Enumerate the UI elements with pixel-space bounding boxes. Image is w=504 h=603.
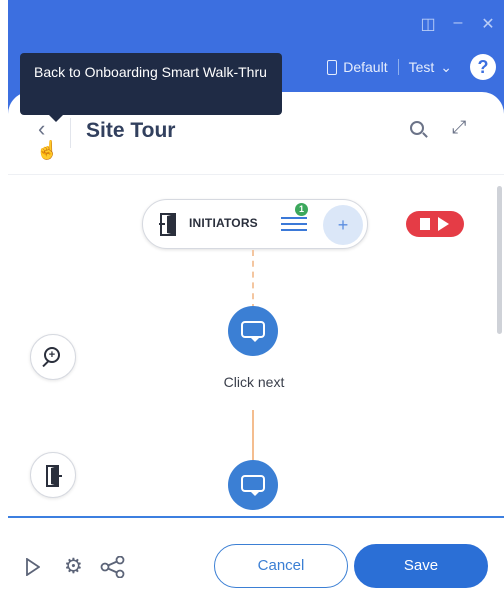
header-divider [70,118,71,148]
phone-icon [327,59,338,75]
expand-icon[interactable]: ⤢ [452,118,470,136]
initiators-node[interactable]: INITIATORS 1 + [142,199,368,249]
flow-connector [252,410,254,464]
launcher-button[interactable] [406,211,464,237]
save-button[interactable]: Save [354,544,488,588]
cancel-button[interactable]: Cancel [214,544,348,588]
close-icon[interactable]: ✕ [480,14,496,34]
mode-selector[interactable]: Test ⌄ [409,59,452,76]
exit-button[interactable] [30,452,76,498]
hand-cursor-icon: ☝ [36,140,59,160]
editor-window: ◫ – ✕ Default Test ⌄ ? ‹ ☝ Site Tour ⤢ B… [8,0,504,603]
environment-label: Default [343,59,388,75]
initiators-label: INITIATORS [189,216,258,230]
step-node[interactable] [228,460,278,510]
play-icon [438,217,449,231]
help-button[interactable]: ? [470,54,496,80]
back-tooltip: Back to Onboarding Smart Walk-Thru [20,53,282,122]
exit-door-icon [46,465,62,487]
play-icon[interactable] [26,558,40,576]
chevron-left-icon[interactable]: ‹ [38,116,45,142]
message-bubble-icon [241,475,265,496]
flow-connector [252,250,254,310]
environment-selector[interactable]: Default [327,59,388,75]
gear-icon[interactable]: ⚙ [64,556,86,578]
add-initiator-button[interactable]: + [323,205,363,245]
zoom-handle [42,360,49,368]
window-controls: ◫ – ✕ [420,14,496,34]
message-bubble-icon [241,321,265,342]
initiator-count-badge: 1 [295,203,308,216]
topbar-divider [397,59,399,75]
share-icon[interactable] [100,556,126,578]
door-icon [159,213,176,236]
canvas-scrollbar[interactable] [497,186,502,334]
panel-toggle-icon[interactable]: ◫ [420,14,436,34]
page-title: Site Tour [86,119,176,142]
editor-footer: ⚙ Cancel Save [8,516,504,603]
environment-bar: Default Test ⌄ ? [327,54,496,80]
search-icon[interactable] [410,121,424,135]
minimize-icon[interactable]: – [450,14,466,34]
step-node[interactable] [228,306,278,356]
zoom-in-button[interactable]: + [30,334,76,380]
flag-icon [420,218,430,230]
chevron-down-icon: ⌄ [440,58,452,75]
page-header: ‹ ☝ Site Tour ⤢ [8,110,504,160]
mode-label: Test [408,59,435,75]
step-label: Click next [223,374,285,390]
